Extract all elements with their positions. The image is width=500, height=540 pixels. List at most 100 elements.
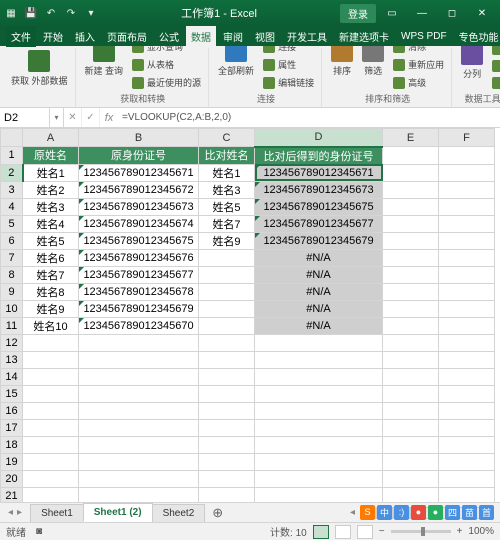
macro-record-icon[interactable]: ◙ xyxy=(36,526,42,537)
cell[interactable]: 123456789012345671 xyxy=(79,164,199,181)
cell[interactable] xyxy=(439,181,495,198)
row-header[interactable]: 14 xyxy=(1,368,23,385)
cell[interactable]: 姓名2 xyxy=(23,181,79,198)
ime-button[interactable]: 首 xyxy=(479,505,494,520)
cell[interactable]: #N/A xyxy=(255,266,383,283)
flash-fill-icon[interactable] xyxy=(489,46,500,57)
cell[interactable]: 姓名9 xyxy=(23,300,79,317)
cell[interactable] xyxy=(255,453,383,470)
cell[interactable] xyxy=(79,436,199,453)
menu-tab[interactable]: 开始 xyxy=(38,26,68,47)
cell[interactable]: 姓名6 xyxy=(23,249,79,266)
cell[interactable] xyxy=(255,368,383,385)
cell[interactable] xyxy=(439,249,495,266)
cell[interactable] xyxy=(439,436,495,453)
col-header[interactable]: D xyxy=(255,129,383,147)
page-layout-view-button[interactable] xyxy=(335,525,351,539)
login-button[interactable]: 登录 xyxy=(340,4,376,23)
cell[interactable] xyxy=(79,419,199,436)
row-header[interactable]: 19 xyxy=(1,453,23,470)
save-icon[interactable]: 💾 xyxy=(24,6,38,20)
cell[interactable]: 123456789012345677 xyxy=(79,266,199,283)
data-validation-icon[interactable] xyxy=(489,75,500,91)
cell[interactable]: 姓名1 xyxy=(23,164,79,181)
ime-button[interactable]: ● xyxy=(411,505,426,520)
cell[interactable] xyxy=(383,215,439,232)
zoom-in-icon[interactable]: + xyxy=(457,526,463,537)
cell[interactable] xyxy=(23,419,79,436)
zoom-level[interactable]: 100% xyxy=(468,526,494,537)
cell[interactable]: 姓名7 xyxy=(23,266,79,283)
cell[interactable]: 姓名5 xyxy=(199,198,255,215)
row-header[interactable]: 7 xyxy=(1,249,23,266)
row-header[interactable]: 11 xyxy=(1,317,23,334)
row-header[interactable]: 8 xyxy=(1,266,23,283)
ribbon-options-icon[interactable]: ▭ xyxy=(378,3,406,23)
close-icon[interactable]: ✕ xyxy=(468,3,496,23)
minimize-icon[interactable]: — xyxy=(408,3,436,23)
cell[interactable] xyxy=(199,385,255,402)
remove-dup-icon[interactable] xyxy=(489,58,500,74)
cell[interactable] xyxy=(23,334,79,351)
row-header[interactable]: 15 xyxy=(1,385,23,402)
cell[interactable] xyxy=(199,368,255,385)
zoom-out-icon[interactable]: − xyxy=(379,526,385,537)
row-header[interactable]: 9 xyxy=(1,283,23,300)
cell[interactable]: 123456789012345679 xyxy=(255,232,383,249)
menu-tab[interactable]: WPS PDF xyxy=(396,28,452,45)
properties-button[interactable]: 属性 xyxy=(260,56,317,73)
row-header[interactable]: 6 xyxy=(1,232,23,249)
cell[interactable]: 姓名7 xyxy=(199,215,255,232)
cell[interactable] xyxy=(439,317,495,334)
cell[interactable] xyxy=(439,385,495,402)
menu-file[interactable]: 文件 xyxy=(6,26,36,47)
cancel-formula-icon[interactable]: ✕ xyxy=(64,108,82,127)
cell[interactable] xyxy=(383,453,439,470)
cell[interactable]: 姓名3 xyxy=(23,198,79,215)
recent-sources-button[interactable]: 最近使用的源 xyxy=(129,74,204,91)
ime-button[interactable]: 中 xyxy=(377,505,392,520)
cell[interactable]: 原身份证号 xyxy=(79,147,199,165)
cell[interactable] xyxy=(439,419,495,436)
cell[interactable] xyxy=(79,402,199,419)
clear-filter-button[interactable]: 清除 xyxy=(390,46,447,55)
cell[interactable] xyxy=(439,351,495,368)
col-header[interactable]: F xyxy=(439,129,495,147)
col-header[interactable]: C xyxy=(199,129,255,147)
cell[interactable]: 姓名9 xyxy=(199,232,255,249)
formula-input[interactable]: =VLOOKUP(C2,A:B,2,0) xyxy=(118,108,500,127)
cell[interactable] xyxy=(255,351,383,368)
get-external-data-button[interactable]: 获取 外部数据 xyxy=(8,48,71,89)
undo-icon[interactable]: ↶ xyxy=(44,6,58,20)
row-header[interactable]: 18 xyxy=(1,436,23,453)
cell[interactable] xyxy=(383,300,439,317)
enter-formula-icon[interactable]: ✓ xyxy=(82,108,100,127)
cell[interactable] xyxy=(255,385,383,402)
cell[interactable] xyxy=(199,317,255,334)
fx-icon[interactable]: fx xyxy=(100,108,118,127)
cell[interactable]: 比对姓名 xyxy=(199,147,255,165)
cell[interactable] xyxy=(383,385,439,402)
cell[interactable] xyxy=(383,147,439,165)
cell[interactable] xyxy=(383,164,439,181)
cell[interactable]: 123456789012345676 xyxy=(79,249,199,266)
ime-button[interactable]: S xyxy=(360,505,375,520)
cell[interactable]: 姓名3 xyxy=(199,181,255,198)
cell[interactable]: 姓名5 xyxy=(23,232,79,249)
cell[interactable] xyxy=(255,419,383,436)
cell[interactable] xyxy=(439,402,495,419)
col-header[interactable]: B xyxy=(79,129,199,147)
name-box-dropdown-icon[interactable]: ▾ xyxy=(50,108,64,127)
sort-button[interactable]: 排序 xyxy=(328,46,356,79)
cell[interactable]: 123456789012345677 xyxy=(255,215,383,232)
row-header[interactable]: 16 xyxy=(1,402,23,419)
cell[interactable]: 姓名8 xyxy=(23,283,79,300)
from-table-button[interactable]: 从表格 xyxy=(129,56,204,73)
tab-next-icon[interactable]: ▸ xyxy=(17,507,22,518)
cell[interactable]: 123456789012345675 xyxy=(255,198,383,215)
cell[interactable] xyxy=(255,470,383,487)
text-to-columns-button[interactable]: 分列 xyxy=(458,46,486,82)
cell[interactable]: #N/A xyxy=(255,283,383,300)
cell[interactable] xyxy=(439,198,495,215)
cell[interactable] xyxy=(439,147,495,165)
